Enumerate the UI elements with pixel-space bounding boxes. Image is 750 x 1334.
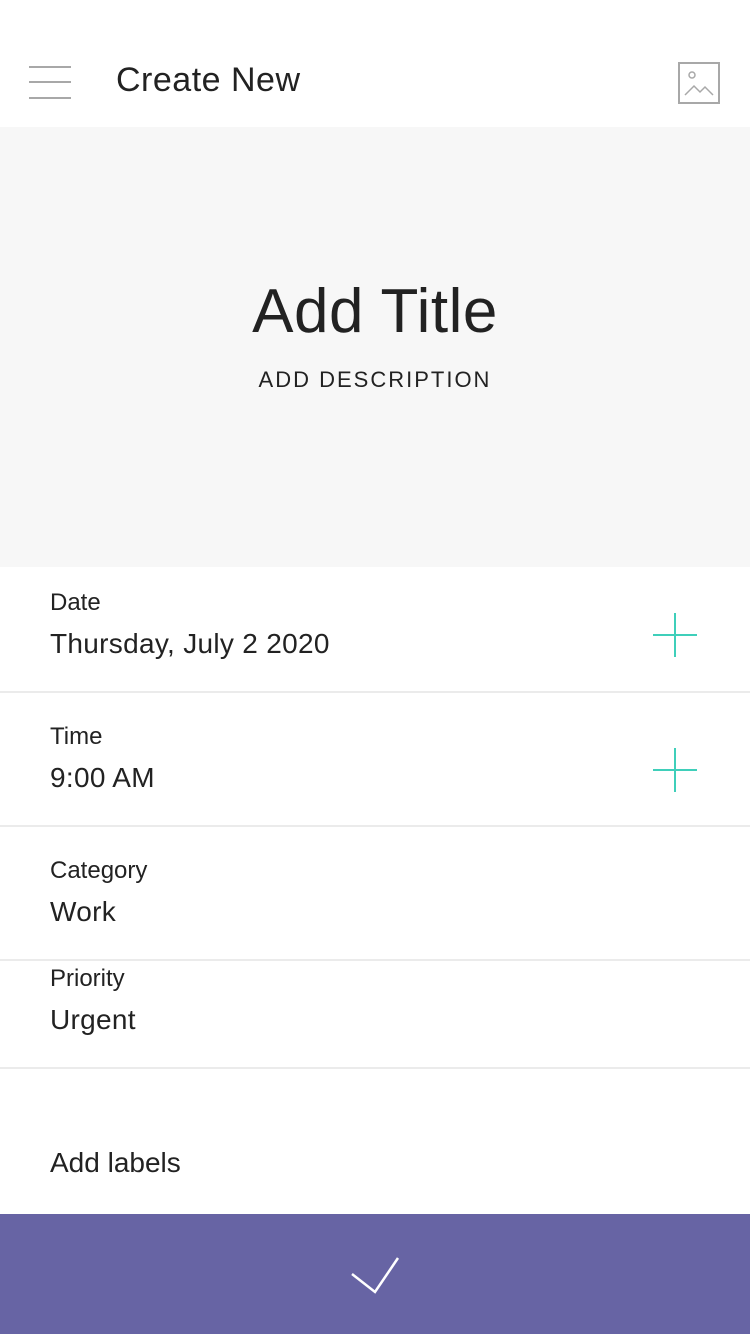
- add-time-plus-icon[interactable]: [653, 748, 697, 792]
- category-label: Category: [50, 857, 148, 884]
- add-date-plus-icon[interactable]: [653, 613, 697, 657]
- checkmark-icon: [351, 1257, 400, 1294]
- page-title: Create New: [116, 61, 301, 99]
- time-row[interactable]: Time 9:00 AM: [0, 693, 750, 827]
- priority-value: Urgent: [50, 1004, 136, 1035]
- add-labels-button[interactable]: Add labels: [50, 1146, 181, 1180]
- category-value: Work: [50, 896, 117, 927]
- menu-line: [29, 81, 71, 83]
- date-value: Thursday, July 2 2020: [50, 628, 330, 659]
- image-placeholder-icon[interactable]: [678, 62, 720, 104]
- header: Create New: [0, 0, 750, 127]
- date-row[interactable]: Date Thursday, July 2 2020: [0, 567, 750, 693]
- add-description-field[interactable]: ADD DESCRIPTION: [0, 367, 750, 393]
- add-title-field[interactable]: Add Title: [0, 277, 750, 347]
- hamburger-menu-icon[interactable]: [29, 64, 71, 102]
- date-label: Date: [50, 589, 101, 616]
- category-row[interactable]: Category Work: [0, 827, 750, 961]
- hero-section: Add Title ADD DESCRIPTION: [0, 127, 750, 567]
- time-value: 9:00 AM: [50, 762, 155, 793]
- priority-row[interactable]: Priority Urgent: [0, 961, 750, 1069]
- create-new-screen: Create New Add Title ADD DESCRIPTION Dat…: [0, 0, 750, 1334]
- priority-label: Priority: [50, 965, 125, 992]
- menu-line: [29, 66, 71, 68]
- submit-button[interactable]: [0, 1214, 750, 1334]
- menu-line: [29, 97, 71, 99]
- time-label: Time: [50, 723, 103, 750]
